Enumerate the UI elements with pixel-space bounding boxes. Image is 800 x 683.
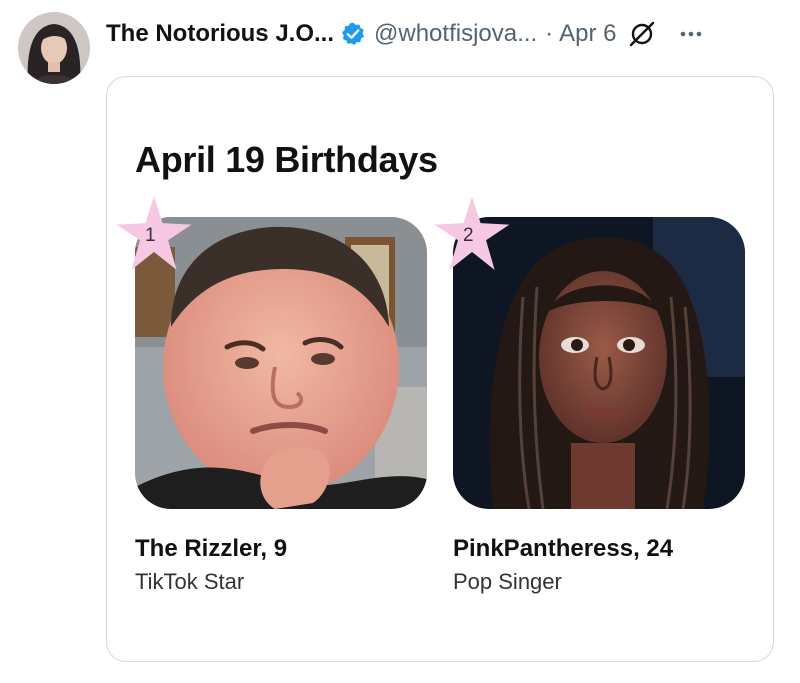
birthday-person-1: 1 The Rizzler, 9 TikTok Star (116, 196, 427, 595)
post-date[interactable]: Apr 6 (559, 20, 616, 48)
card-title: April 19 Birthdays (135, 139, 438, 180)
person-name: The Rizzler, 9 (135, 535, 288, 562)
rank-number: 2 (463, 225, 474, 246)
more-options-icon[interactable] (678, 21, 704, 47)
post-header: The Notorious J.O... @whotfisjova... · A… (106, 14, 780, 54)
person-name: PinkPantheress, 24 (453, 535, 674, 562)
grok-icon[interactable] (628, 20, 656, 48)
rank-number: 1 (145, 225, 156, 246)
person-role: TikTok Star (135, 569, 245, 594)
person-role: Pop Singer (453, 569, 562, 594)
verified-badge-icon (340, 21, 366, 47)
author-avatar[interactable] (18, 12, 90, 84)
avatar-image (18, 12, 90, 84)
separator-dot: · (545, 20, 554, 47)
birthday-person-2: 2 PinkPantheress, 24 Pop Singer (434, 196, 745, 595)
author-name[interactable]: The Notorious J.O... (106, 20, 334, 48)
author-handle[interactable]: @whotfisjova... (374, 20, 537, 48)
post-media-image[interactable]: April 19 Birthdays 1 The Rizzler, 9 TikT… (106, 76, 774, 662)
